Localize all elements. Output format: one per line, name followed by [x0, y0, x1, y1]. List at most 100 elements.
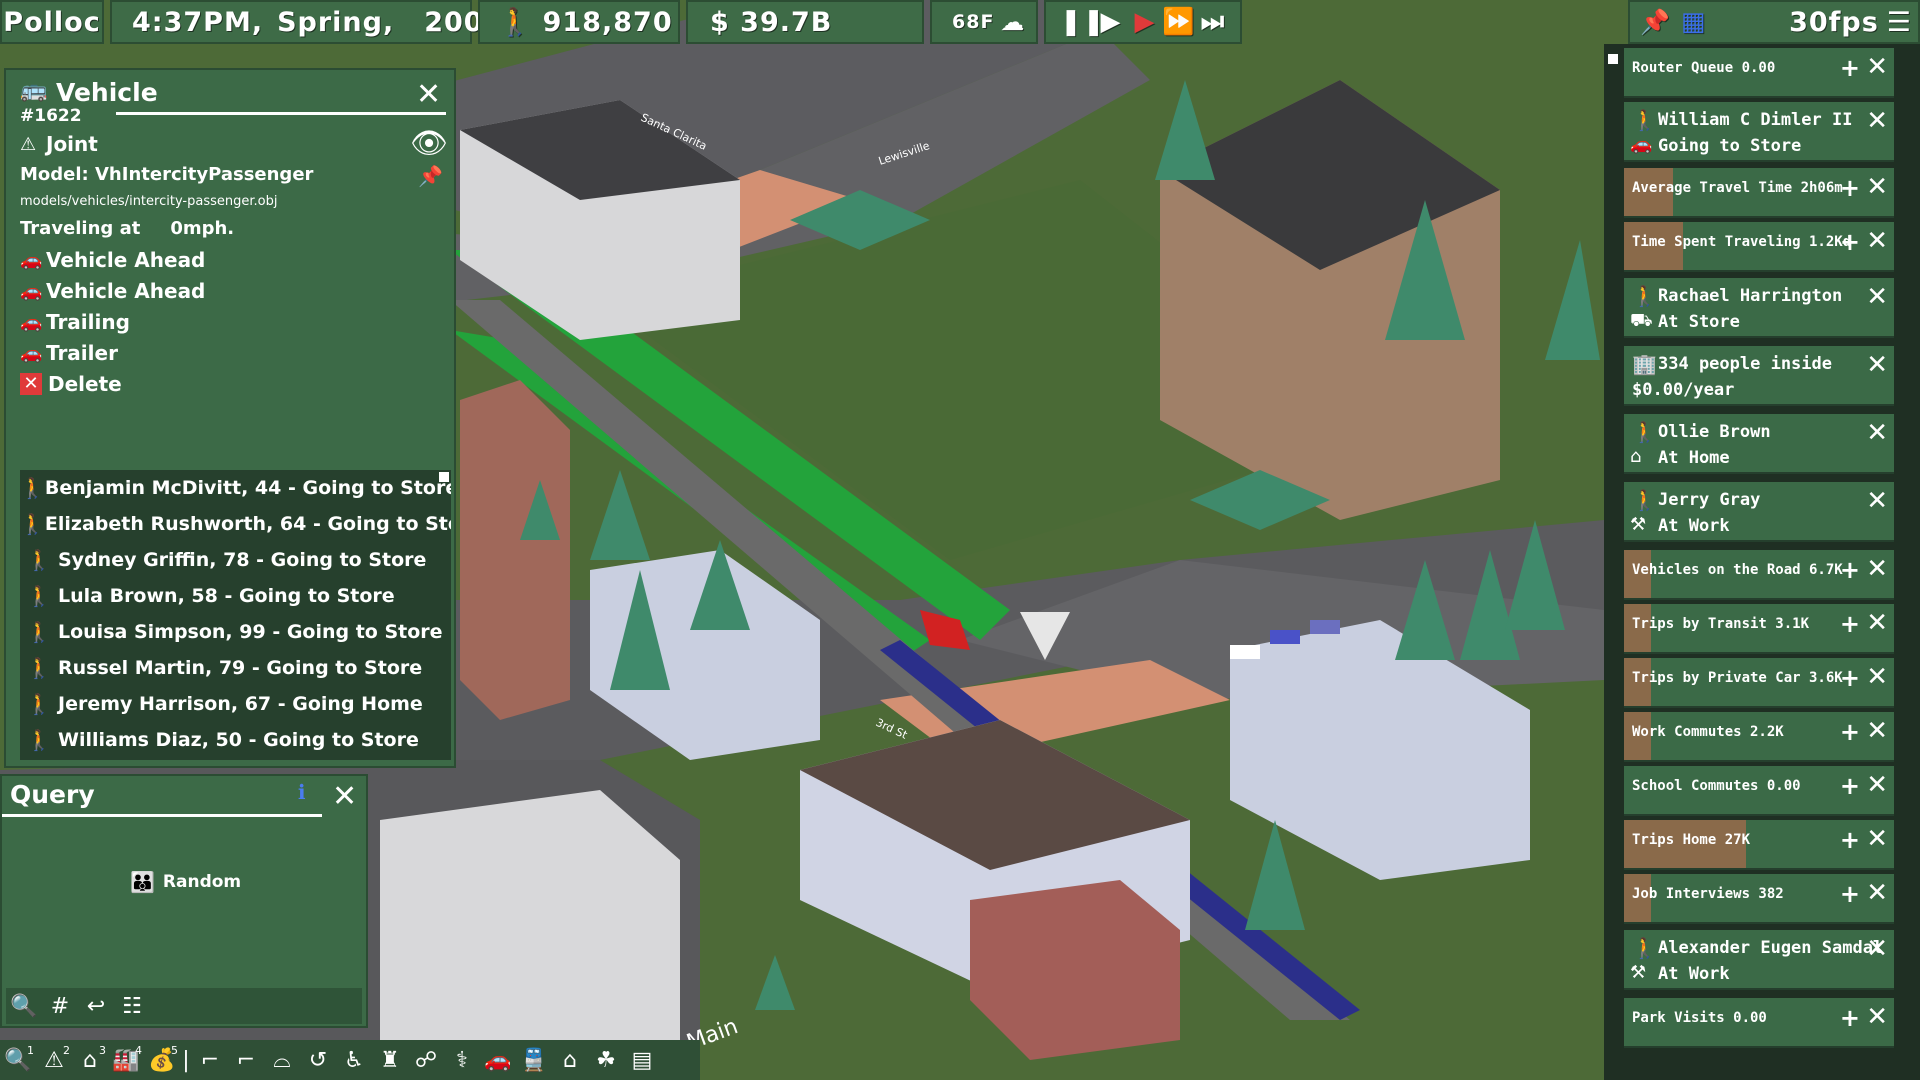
pin-panel-icon[interactable]: 📌 — [418, 164, 443, 188]
road-tool-button[interactable]: ⚠ 2 — [36, 1044, 72, 1073]
vehicle-ahead-row-1[interactable]: 🚗 Vehicle Ahead — [20, 248, 205, 272]
residential-tool-button[interactable]: ⌂ 3 — [72, 1044, 108, 1073]
fast-forward-icon[interactable]: ⏩ — [1162, 7, 1196, 37]
trailing-row[interactable]: 🚗 Trailing — [20, 310, 130, 334]
close-card-button[interactable]: ✕ — [1866, 1002, 1888, 1032]
weather-box[interactable]: 68F ☁ — [930, 0, 1038, 44]
grid-icon[interactable]: # — [42, 994, 78, 1019]
delete-row[interactable]: ✕ Delete — [20, 372, 122, 396]
stat-card-job-interviews[interactable]: Job Interviews 382 + ✕ — [1624, 874, 1894, 924]
route-icon[interactable]: ↺ — [300, 1048, 336, 1073]
person-card[interactable]: 🚶 Alexander Eugen Samdal ⚒ At Work ✕ — [1624, 930, 1894, 990]
list-item[interactable]: 🚶 Lula Brown, 58 - Going to Store — [20, 578, 451, 614]
route-icon[interactable]: ↩ — [78, 994, 114, 1019]
query-tool-button[interactable]: 🔍 1 — [0, 1044, 36, 1073]
close-card-button[interactable]: ✕ — [1866, 350, 1888, 380]
close-card-button[interactable]: ✕ — [1866, 554, 1888, 584]
newspaper-icon[interactable]: ▤ — [624, 1048, 660, 1073]
city-name-box[interactable]: Polloc — [0, 0, 104, 44]
random-query-option[interactable]: 👪 Random — [130, 870, 241, 894]
crowd-icon[interactable]: ☍ — [408, 1048, 444, 1073]
close-card-button[interactable]: ✕ — [1866, 486, 1888, 516]
add-chart-button[interactable]: + — [1840, 174, 1860, 202]
list-item[interactable]: 🚶 Sydney Griffin, 78 - Going to Store — [20, 542, 451, 578]
add-chart-button[interactable]: + — [1840, 880, 1860, 908]
transit-icon[interactable]: 🚆 — [516, 1048, 552, 1073]
stat-card-trips-transit[interactable]: Trips by Transit 3.1K + ✕ — [1624, 604, 1894, 654]
close-card-button[interactable]: ✕ — [1866, 934, 1888, 964]
stat-card-router-queue[interactable]: Router Queue 0.00 + ✕ — [1624, 48, 1894, 98]
vehicle-icon[interactable]: 🚗 — [480, 1048, 516, 1073]
sidebar-scrollbar[interactable] — [1608, 54, 1618, 64]
add-chart-button[interactable]: + — [1840, 772, 1860, 800]
industrial-tool-button[interactable]: 🏭 4 — [108, 1044, 144, 1073]
money-box[interactable]: $ 39.7B — [686, 0, 924, 44]
add-chart-button[interactable]: + — [1840, 610, 1860, 638]
close-card-button[interactable]: ✕ — [1866, 418, 1888, 448]
play-icon[interactable]: ▶ — [1128, 7, 1162, 37]
list-item[interactable]: 🚶 Elizabeth Rushworth, 64 - Going to Stor… — [20, 506, 451, 542]
close-card-button[interactable]: ✕ — [1866, 106, 1888, 136]
list-item[interactable]: 🚶 Jeremy Harrison, 67 - Going Home — [20, 686, 451, 722]
add-chart-button[interactable]: + — [1840, 1004, 1860, 1032]
add-chart-button[interactable]: + — [1840, 556, 1860, 584]
joint-row[interactable]: ⚠ Joint — [20, 132, 98, 156]
stat-card-trips-home[interactable]: Trips Home 27K + ✕ — [1624, 820, 1894, 870]
list-item[interactable]: 🚶 Louisa Simpson, 99 - Going to Store — [20, 614, 451, 650]
close-card-button[interactable]: ✕ — [1866, 824, 1888, 854]
add-chart-button[interactable]: + — [1840, 54, 1860, 82]
add-chart-button[interactable]: + — [1840, 228, 1860, 256]
person-card[interactable]: 🚶 Rachael Harrington ⛟ At Store ✕ — [1624, 278, 1894, 338]
add-chart-button[interactable]: + — [1840, 718, 1860, 746]
park-icon[interactable]: ☘ — [588, 1048, 624, 1073]
close-card-button[interactable]: ✕ — [1866, 52, 1888, 82]
info-icon[interactable]: ℹ — [298, 780, 306, 804]
pin-icon[interactable]: 📌 — [1640, 8, 1671, 36]
building-card[interactable]: 🏢 334 people inside $0.00/year ✕ — [1624, 346, 1894, 406]
grid-icon[interactable]: ▦ — [1681, 7, 1707, 37]
step-icon[interactable]: ▶ — [1094, 7, 1128, 37]
close-card-button[interactable]: ✕ — [1866, 282, 1888, 312]
person-card[interactable]: 🚶 William C Dimler II 🚗 Going to Store ✕ — [1624, 102, 1894, 162]
stat-card-time-traveling[interactable]: Time Spent Traveling 1.2Kd + ✕ — [1624, 222, 1894, 272]
list-item[interactable]: 🚶 Williams Diaz, 50 - Going to Store — [20, 722, 451, 758]
population-box[interactable]: 🚶 918,870 — [478, 0, 680, 44]
stat-card-vehicles-road[interactable]: Vehicles on the Road 6.7K + ✕ — [1624, 550, 1894, 600]
close-card-button[interactable]: ✕ — [1866, 226, 1888, 256]
dome-icon[interactable]: ⌓ — [264, 1048, 300, 1073]
street-lamp-icon[interactable]: ⌐ — [192, 1048, 228, 1073]
vehicle-ahead-row-2[interactable]: 🚗 Vehicle Ahead — [20, 279, 205, 303]
search-icon[interactable]: 🔍 — [6, 994, 42, 1019]
fastest-forward-icon[interactable]: ⏭ — [1196, 7, 1230, 38]
trailer-row[interactable]: 🚗 Trailer — [20, 341, 118, 365]
stat-card-school-commutes[interactable]: School Commutes 0.00 + ✕ — [1624, 766, 1894, 816]
close-query-panel-button[interactable]: ✕ — [332, 782, 357, 812]
close-card-button[interactable]: ✕ — [1866, 662, 1888, 692]
close-card-button[interactable]: ✕ — [1866, 878, 1888, 908]
menu-icon[interactable]: ☰ — [1887, 7, 1912, 38]
add-chart-button[interactable]: + — [1840, 826, 1860, 854]
close-card-button[interactable]: ✕ — [1866, 172, 1888, 202]
passenger-list[interactable]: 🚶 Benjamin McDivitt, 44 - Going to Store … — [20, 470, 451, 760]
person-card[interactable]: 🚶 Ollie Brown ⌂ At Home ✕ — [1624, 414, 1894, 474]
stat-card-avg-travel[interactable]: Average Travel Time 2h06m + ✕ — [1624, 168, 1894, 218]
budget-tool-button[interactable]: 💰 5 — [144, 1044, 180, 1073]
close-card-button[interactable]: ✕ — [1866, 770, 1888, 800]
list-item[interactable]: 🚶 Russel Martin, 79 - Going to Store — [20, 650, 451, 686]
stat-card-work-commutes[interactable]: Work Commutes 2.2K + ✕ — [1624, 712, 1894, 762]
person-swim-icon[interactable]: ♿ — [336, 1048, 372, 1073]
right-sidebar[interactable]: Router Queue 0.00 + ✕ 🚶 William C Dimler… — [1604, 44, 1920, 1080]
stat-card-trips-car[interactable]: Trips by Private Car 3.6K + ✕ — [1624, 658, 1894, 708]
stat-card-park-visits[interactable]: Park Visits 0.00 + ✕ — [1624, 998, 1894, 1048]
close-vehicle-panel-button[interactable]: ✕ — [416, 80, 441, 110]
pause-icon[interactable]: ❚❚ — [1060, 7, 1105, 37]
list-icon[interactable]: ☷ — [114, 994, 150, 1019]
close-card-button[interactable]: ✕ — [1866, 608, 1888, 638]
scrollbar[interactable] — [439, 472, 449, 482]
medical-icon[interactable]: ⚕ — [444, 1048, 480, 1073]
person-card[interactable]: 🚶 Jerry Gray ⚒ At Work ✕ — [1624, 482, 1894, 542]
list-item[interactable]: 🚶 Benjamin McDivitt, 44 - Going to Store — [20, 470, 451, 506]
add-chart-button[interactable]: + — [1840, 664, 1860, 692]
tower-icon[interactable]: ♜ — [372, 1048, 408, 1073]
close-card-button[interactable]: ✕ — [1866, 716, 1888, 746]
